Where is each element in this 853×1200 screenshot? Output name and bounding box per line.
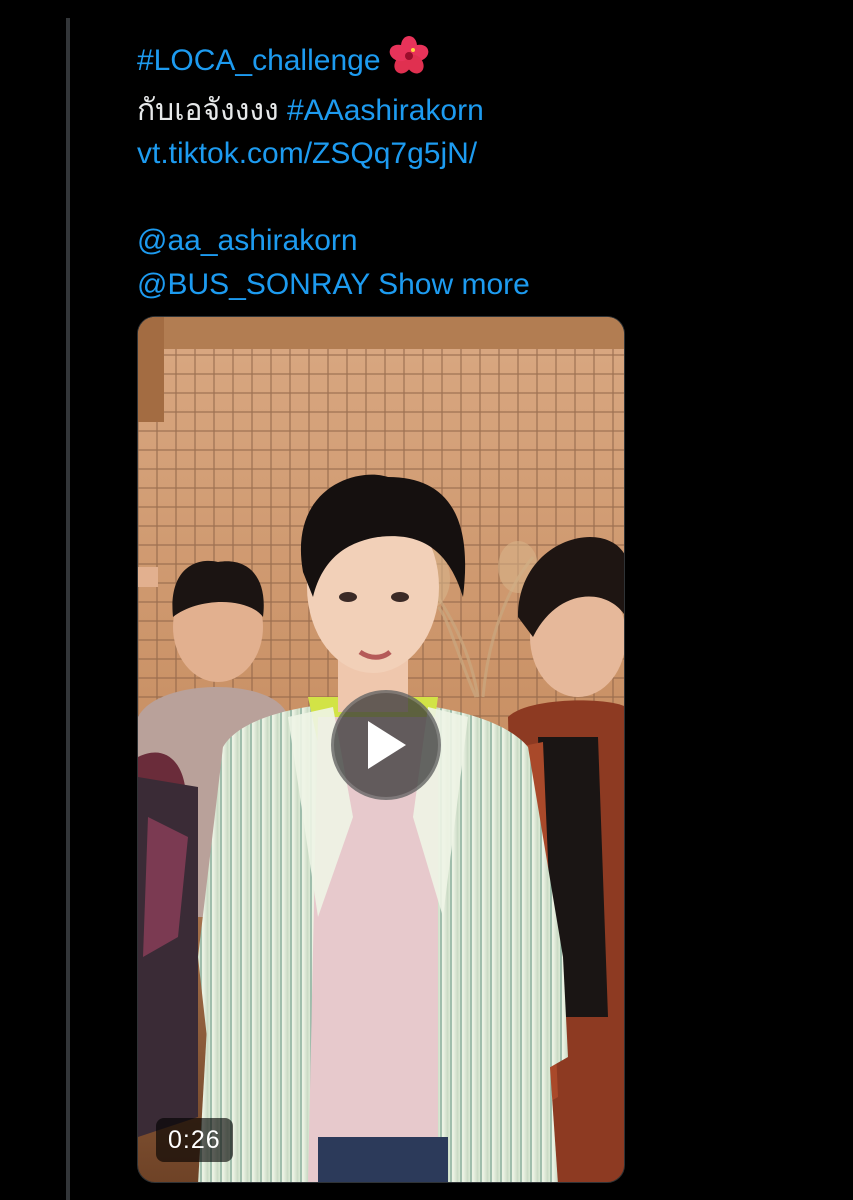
thread-connector-line [66,18,70,1200]
tweet-line-6: @BUS_SONRAY Show more [137,263,657,307]
video-player[interactable]: 0:26 [137,316,625,1183]
hashtag-aaashirakorn[interactable]: #AAashirakorn [287,94,484,127]
tiktok-link[interactable]: vt.tiktok.com/ZSQq7g5jN/ [137,137,477,170]
show-more-link[interactable]: Show more [378,268,530,301]
mention-bus-sonray[interactable]: @BUS_SONRAY [137,268,370,301]
tweet-line-1: #LOCA_challenge [137,36,657,89]
tweet-line-3: vt.tiktok.com/ZSQq7g5jN/ [137,132,657,176]
mention-aa-ashirakorn[interactable]: @aa_ashirakorn [137,224,358,257]
hashtag-loca-challenge[interactable]: #LOCA_challenge [137,44,381,77]
tweet-line-2: กับเอจังงงง #AAashirakorn [137,89,657,133]
tweet-thai-text: กับเอจังงงง [137,93,279,127]
video-duration-badge: 0:26 [156,1118,233,1162]
tweet-line-5: @aa_ashirakorn [137,219,657,263]
hibiscus-icon [387,36,431,89]
play-icon [368,721,406,769]
tweet-body: #LOCA_challenge กับเอจังงงง #AAashirakor… [137,36,657,306]
play-button[interactable] [331,690,441,800]
